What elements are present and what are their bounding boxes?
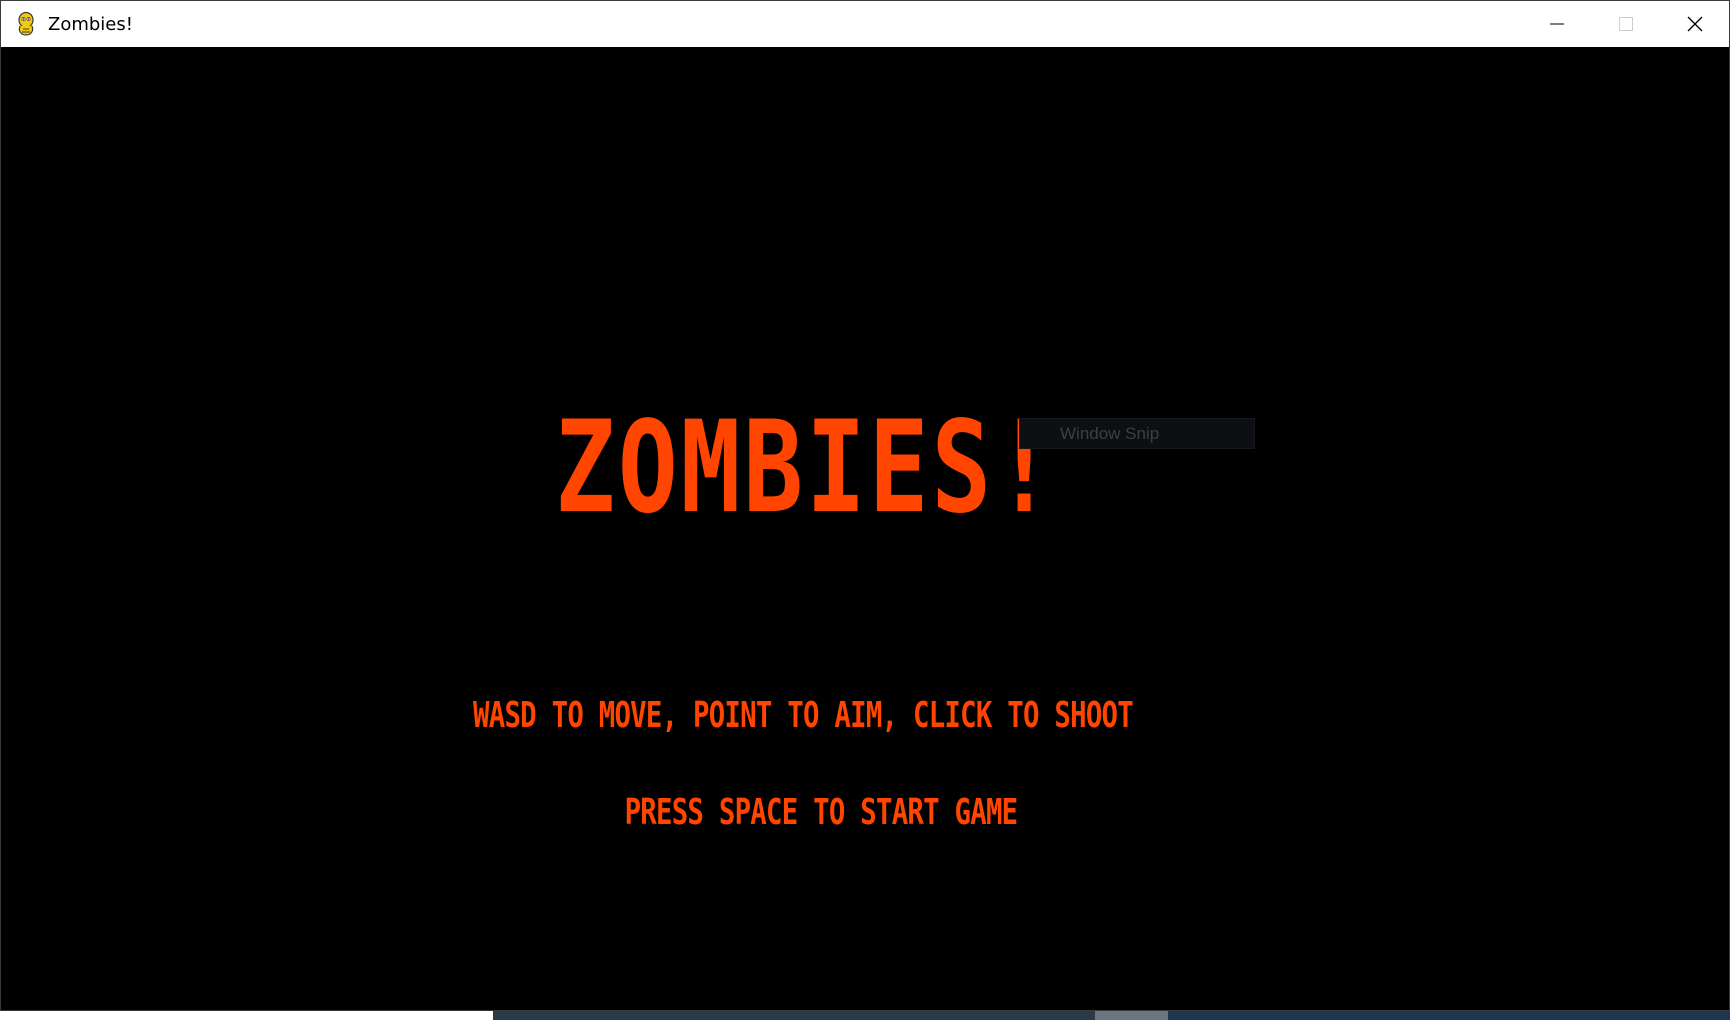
start-prompt: PRESS SPACE TO START GAME (624, 792, 1019, 833)
taskbar-edge-segment (1168, 1011, 1730, 1020)
game-window: Zombies! ZOMBIES! WASD TO MOVE, POINT TO… (0, 0, 1730, 1011)
game-canvas[interactable]: ZOMBIES! WASD TO MOVE, POINT TO AIM, CLI… (1, 47, 1729, 1010)
taskbar-edge-segment (493, 1011, 1095, 1020)
tooltip-label: Window Snip (1060, 423, 1160, 443)
pygame-snake-icon (18, 11, 34, 36)
close-button[interactable] (1660, 1, 1729, 47)
game-title: ZOMBIES! (555, 393, 1057, 542)
title-bar[interactable]: Zombies! (1, 1, 1729, 47)
close-icon (1687, 16, 1702, 32)
window-controls (1522, 1, 1729, 47)
minimize-button[interactable] (1522, 1, 1591, 47)
controls-instructions: WASD TO MOVE, POINT TO AIM, CLICK TO SHO… (473, 695, 1134, 736)
window-title: Zombies! (48, 13, 133, 35)
window-snip-tooltip: Window Snip (1019, 418, 1255, 449)
maximize-button[interactable] (1591, 1, 1660, 47)
taskbar-edge (0, 1011, 1730, 1020)
minimize-icon (1549, 23, 1564, 25)
taskbar-edge-segment (1095, 1011, 1168, 1020)
maximize-icon (1618, 17, 1633, 31)
taskbar-edge-segment (0, 1011, 493, 1020)
